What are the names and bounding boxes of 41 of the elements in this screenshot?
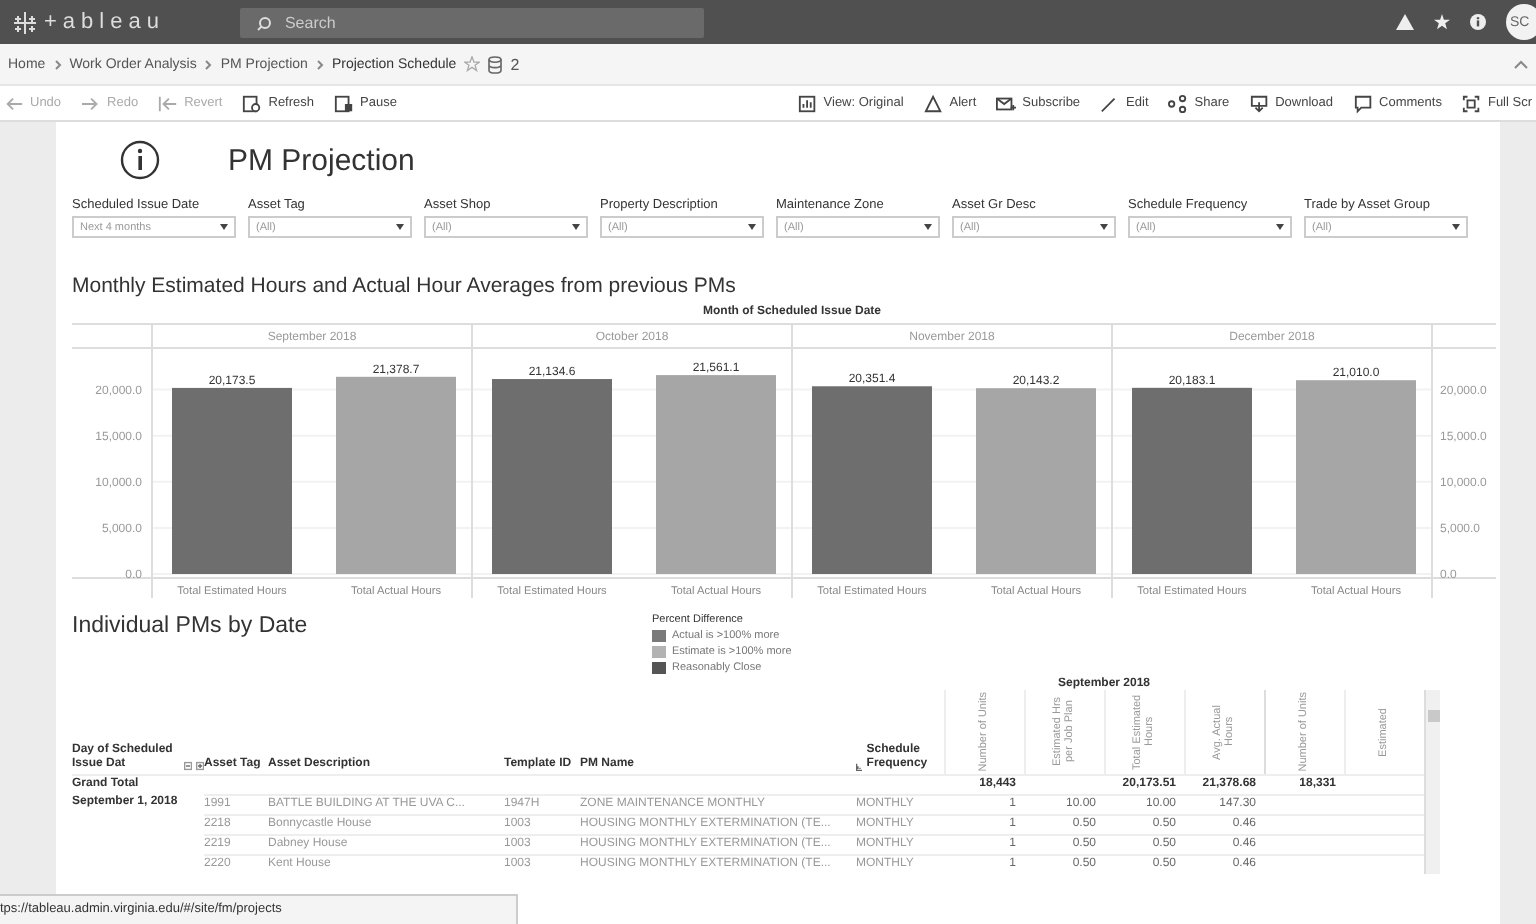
search-icon (256, 15, 273, 31)
chevron-icon (315, 59, 324, 69)
comment-icon (1353, 93, 1374, 113)
dropdown-caret-icon (748, 224, 756, 230)
warning-icon[interactable] (1396, 14, 1414, 30)
dropdown-caret-icon (1100, 224, 1108, 230)
database-icon[interactable] (488, 55, 503, 73)
chevron-icon (204, 59, 213, 69)
mail-icon (996, 93, 1017, 113)
download-icon (1249, 93, 1270, 113)
data-source-count: 2 (510, 55, 520, 73)
dropdown-caret-icon (572, 224, 580, 230)
scrollbar[interactable] (1424, 690, 1440, 874)
right-arrow-icon (81, 93, 102, 113)
chevron-icon (53, 59, 62, 69)
expand-icon[interactable] (195, 760, 204, 772)
collapse-icon[interactable] (1514, 59, 1528, 69)
dropdown-caret-icon (924, 224, 932, 230)
collapse-icon[interactable] (183, 760, 192, 772)
table-title: Individual PMs by Date (72, 614, 310, 642)
star-icon[interactable] (1434, 14, 1450, 30)
revert-icon (158, 93, 179, 113)
logo-icon (12, 9, 38, 35)
refresh-icon (242, 93, 263, 113)
dropdown-caret-icon (1276, 224, 1284, 230)
left-arrow-icon (4, 93, 24, 113)
dropdown-caret-icon (396, 224, 404, 230)
dashboard-title: PM Projection (228, 143, 415, 177)
share-icon (1168, 93, 1189, 113)
pause-icon (334, 93, 355, 113)
search-field[interactable]: Search (240, 7, 705, 37)
dropdown-caret-icon (220, 224, 228, 230)
dropdown-caret-icon (1452, 224, 1460, 230)
logo-text: +ableau (44, 10, 165, 34)
info-icon[interactable] (120, 140, 160, 180)
sort-icon[interactable] (856, 762, 863, 772)
bar-chart-icon (797, 93, 818, 113)
fullscreen-icon (1461, 93, 1482, 113)
info-icon[interactable] (1470, 14, 1486, 30)
star-icon[interactable] (464, 56, 481, 72)
chart-title: Monthly Estimated Hours and Actual Hour Averages from previous PMs (72, 274, 738, 298)
